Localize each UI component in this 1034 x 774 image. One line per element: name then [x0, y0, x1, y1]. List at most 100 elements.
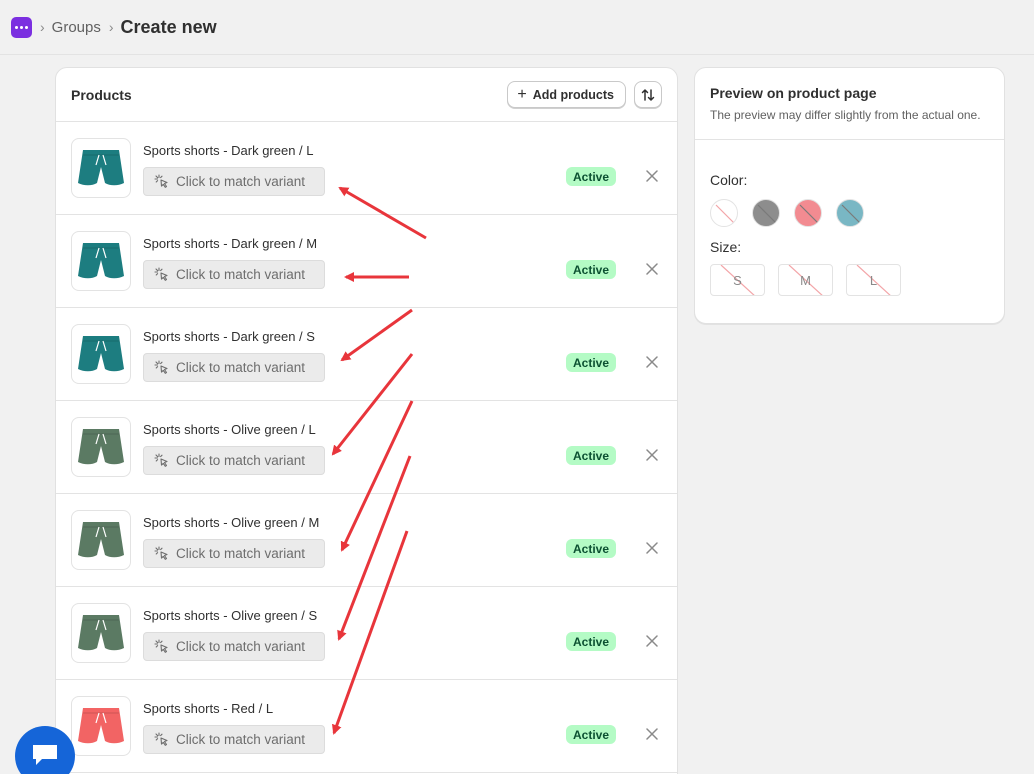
page-title: Create new [120, 16, 217, 37]
chevron-right-icon: › [40, 19, 45, 35]
size-option-label: L [869, 272, 878, 288]
table-row: Sports shorts - Dark green / S Click to … [56, 308, 677, 401]
unavailable-slash-icon [757, 204, 777, 224]
status-badge: Active [566, 260, 617, 279]
match-variant-button[interactable]: Click to match variant [143, 260, 325, 289]
sort-arrows-icon [641, 88, 655, 101]
app-logo-icon[interactable] [11, 16, 32, 38]
status-badge: Active [566, 632, 617, 651]
remove-button[interactable] [643, 632, 661, 650]
remove-button[interactable] [643, 167, 661, 185]
table-row: Sports shorts - Olive green / S Click to… [56, 587, 677, 680]
product-thumbnail [71, 417, 131, 477]
match-variant-button[interactable]: Click to match variant [143, 539, 325, 568]
size-option[interactable]: M [778, 264, 833, 296]
unavailable-slash-icon [799, 204, 819, 224]
pointer-click-icon [154, 267, 168, 281]
product-name: Sports shorts - Olive green / L [143, 422, 316, 437]
shorts-image [78, 522, 124, 558]
match-variant-button[interactable]: Click to match variant [143, 446, 325, 475]
pointer-click-icon [154, 546, 168, 560]
status-badge: Active [566, 353, 617, 372]
shorts-image [78, 150, 124, 186]
products-card-header: Products + Add products [56, 68, 677, 122]
chevron-right-icon: › [108, 19, 114, 35]
status-badge: Active [566, 446, 617, 465]
product-name: Sports shorts - Olive green / M [143, 515, 320, 530]
table-row: Sports shorts - Dark green / L Click to … [56, 122, 677, 215]
size-label: Size: [710, 239, 742, 255]
match-variant-button[interactable]: Click to match variant [143, 353, 325, 382]
add-products-label: Add products [532, 87, 614, 102]
pointer-click-icon [154, 174, 168, 188]
products-card: Products + Add products Sports shorts - … [55, 67, 678, 774]
color-swatch[interactable] [836, 199, 864, 227]
match-variant-label: Click to match variant [176, 267, 306, 282]
match-variant-label: Click to match variant [176, 639, 306, 654]
remove-button[interactable] [643, 725, 661, 743]
close-icon [646, 170, 658, 182]
table-row: Sports shorts - Olive green / L Click to… [56, 401, 677, 494]
match-variant-label: Click to match variant [176, 453, 306, 468]
preview-title: Preview on product page [710, 85, 877, 101]
shorts-image [78, 429, 124, 465]
match-variant-button[interactable]: Click to match variant [143, 725, 325, 754]
match-variant-label: Click to match variant [176, 174, 306, 189]
preview-card: Preview on product page The preview may … [694, 67, 1005, 324]
close-icon [646, 356, 658, 368]
product-thumbnail [71, 324, 131, 384]
unavailable-slash-icon [841, 204, 861, 224]
color-swatch[interactable] [794, 199, 822, 227]
table-row: Sports shorts - Olive green / M Click to… [56, 494, 677, 587]
shorts-image [78, 243, 124, 279]
size-option-label: S [733, 272, 742, 288]
match-variant-button[interactable]: Click to match variant [143, 632, 325, 661]
remove-button[interactable] [643, 446, 661, 464]
sort-button[interactable] [634, 81, 662, 108]
remove-button[interactable] [643, 353, 661, 371]
shorts-image [78, 336, 124, 372]
table-row: Sports shorts - Red / L Click to match v… [56, 680, 677, 773]
product-name: Sports shorts - Dark green / L [143, 143, 314, 158]
header-actions: + Add products [507, 81, 662, 108]
pointer-click-icon [154, 453, 168, 467]
size-option[interactable]: L [846, 264, 901, 296]
shorts-image [78, 708, 124, 744]
match-variant-label: Click to match variant [176, 732, 306, 747]
close-icon [646, 449, 658, 461]
remove-button[interactable] [643, 260, 661, 278]
color-swatch[interactable] [710, 199, 738, 227]
match-variant-label: Click to match variant [176, 546, 306, 561]
product-name: Sports shorts - Dark green / M [143, 236, 318, 251]
status-badge: Active [566, 539, 617, 558]
product-name: Sports shorts - Red / L [143, 701, 274, 716]
color-label: Color: [710, 172, 748, 188]
unavailable-slash-icon [715, 204, 735, 224]
product-name: Sports shorts - Olive green / S [143, 608, 318, 623]
product-thumbnail [71, 696, 131, 756]
add-products-button[interactable]: + Add products [507, 81, 626, 108]
close-icon [646, 635, 658, 647]
table-row: Sports shorts - Dark green / M Click to … [56, 215, 677, 308]
match-variant-button[interactable]: Click to match variant [143, 167, 325, 196]
product-thumbnail [71, 510, 131, 570]
close-icon [646, 542, 658, 554]
preview-subtitle: The preview may differ slightly from the… [710, 108, 981, 122]
size-option-label: M [800, 272, 811, 288]
close-icon [646, 728, 658, 740]
size-option[interactable]: S [710, 264, 765, 296]
product-name: Sports shorts - Dark green / S [143, 329, 315, 344]
products-title: Products [71, 86, 132, 103]
color-swatch[interactable] [752, 199, 780, 227]
chat-icon [33, 745, 57, 765]
product-list: Sports shorts - Dark green / L Click to … [56, 122, 677, 773]
product-thumbnail [71, 138, 131, 198]
breadcrumb-groups-link[interactable]: Groups [52, 19, 101, 36]
breadcrumb: › Groups › Create new [0, 0, 1034, 55]
remove-button[interactable] [643, 539, 661, 557]
status-badge: Active [566, 167, 617, 186]
preview-header: Preview on product page The preview may … [695, 68, 1004, 140]
close-icon [646, 263, 658, 275]
pointer-click-icon [154, 639, 168, 653]
pointer-click-icon [154, 732, 168, 746]
